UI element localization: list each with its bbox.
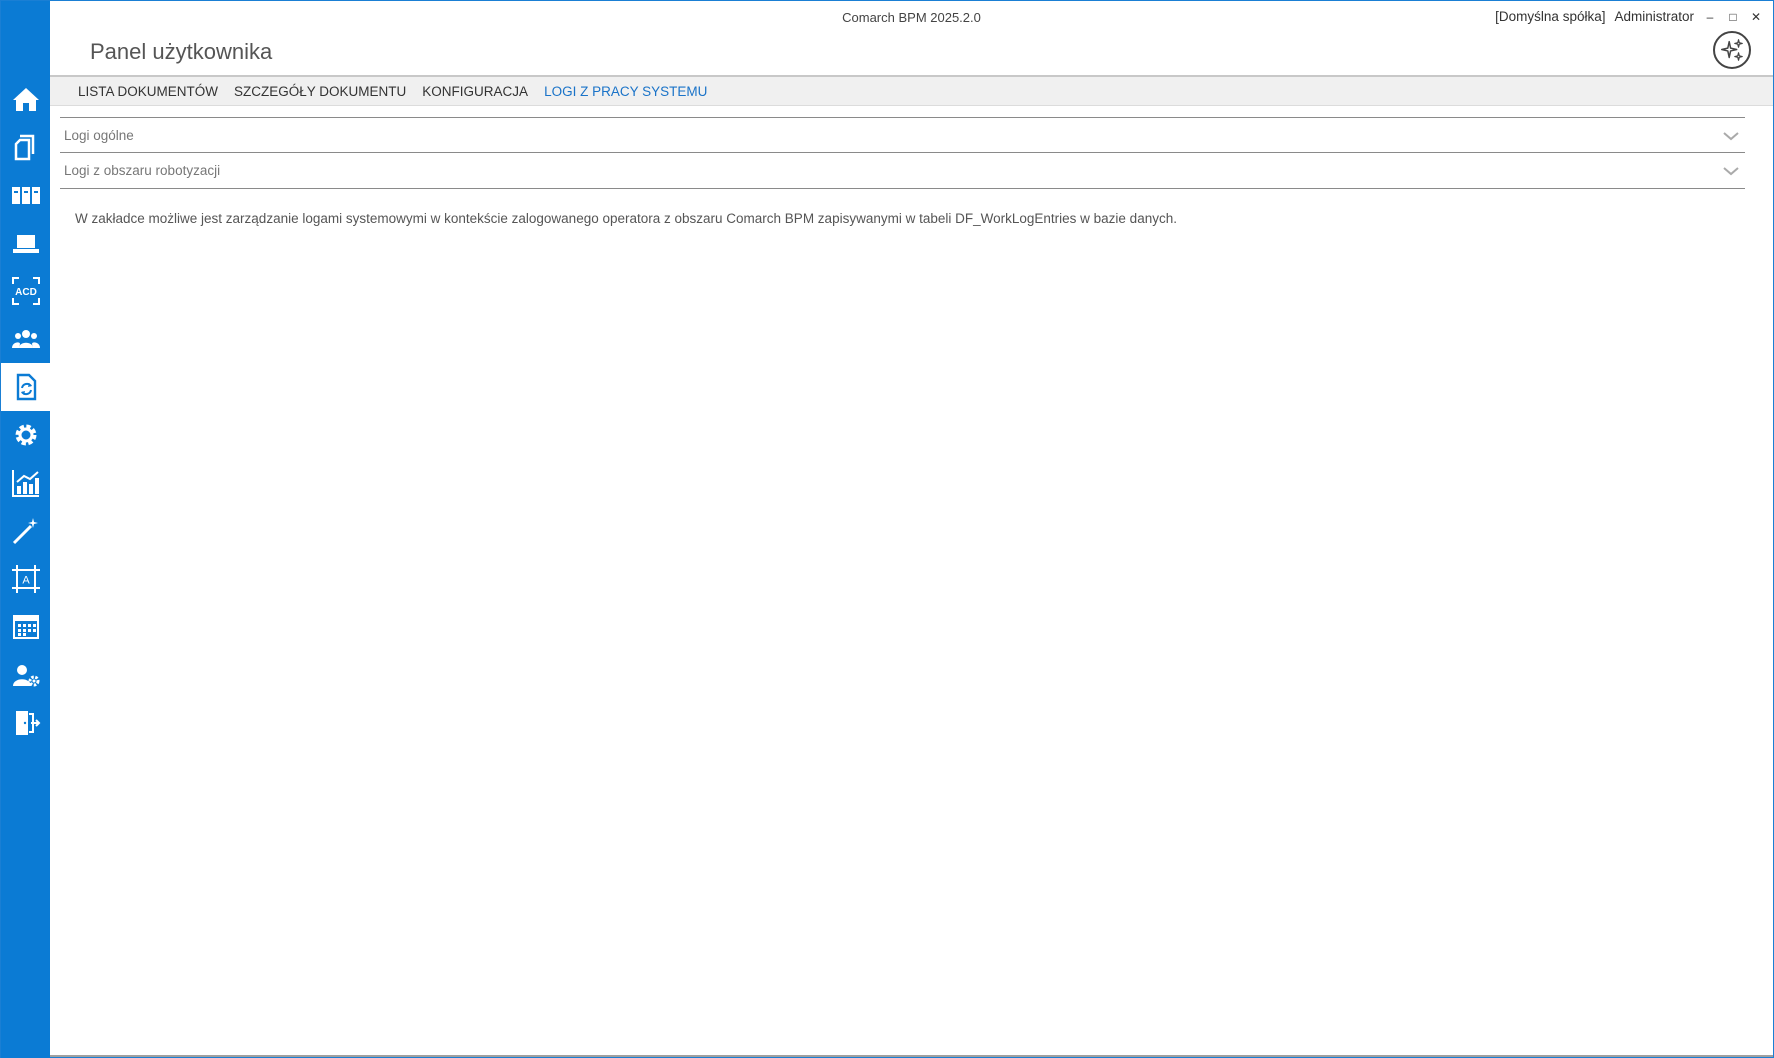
close-button[interactable]: ✕ (1749, 10, 1763, 24)
tab-logi-z-pracy-systemu[interactable]: LOGI Z PRACY SYSTEMU (536, 84, 715, 99)
section-label: Logi z obszaru robotyzacji (64, 163, 221, 178)
form-designer-icon: A (11, 565, 40, 593)
tab-szczegoly-dokumentu[interactable]: SZCZEGÓŁY DOKUMENTU (226, 84, 414, 99)
user-name[interactable]: Administrator (1614, 9, 1694, 24)
sidebar-item-ocr[interactable]: ACD (1, 267, 50, 315)
sidebar-item-settings[interactable] (1, 411, 50, 459)
sidebar-item-workstation[interactable] (1, 219, 50, 267)
chevron-down-icon (1723, 166, 1739, 175)
page-title: Panel użytkownika (90, 39, 273, 64)
home-icon (12, 88, 39, 111)
tab-bar: LISTA DOKUMENTÓW SZCZEGÓŁY DOKUMENTU KON… (50, 75, 1773, 106)
sidebar-item-documents[interactable] (1, 123, 50, 171)
svg-text:ACD: ACD (15, 287, 37, 298)
sidebar-item-logout[interactable] (1, 699, 50, 747)
divider (60, 188, 1745, 189)
acd-scan-icon: ACD (11, 277, 40, 305)
sidebar-item-calendar[interactable] (1, 603, 50, 651)
laptop-icon (12, 235, 39, 253)
maximize-button[interactable]: □ (1726, 10, 1740, 24)
chart-icon (11, 470, 39, 497)
tab-lista-dokumentow[interactable]: LISTA DOKUMENTÓW (70, 84, 226, 99)
sidebar-item-users[interactable] (1, 315, 50, 363)
sidebar: ACD A (1, 1, 50, 1058)
sidebar-item-binders[interactable] (1, 171, 50, 219)
sidebar-item-home[interactable] (1, 75, 50, 123)
document-sync-icon (16, 373, 36, 401)
gear-icon (15, 424, 36, 446)
title-bar: Comarch BPM 2025.2.0 [Domyślna spółka] A… (50, 1, 1773, 35)
logout-icon (15, 711, 40, 735)
binders-icon (11, 187, 40, 204)
sidebar-item-document-sync[interactable] (1, 363, 50, 411)
section-logi-robotyzacji[interactable]: Logi z obszaru robotyzacji (60, 152, 1745, 188)
bottom-border (50, 1055, 1773, 1057)
app-window: ACD A Comarch BPM 2025.2.0 [Domyślna spó… (0, 0, 1774, 1058)
sidebar-item-reports[interactable] (1, 459, 50, 507)
info-text: W zakładce możliwe jest zarządzanie loga… (75, 211, 1177, 226)
users-group-icon (11, 330, 40, 348)
title-bar-right: [Domyślna spółka] Administrator ‒ □ ✕ (1495, 9, 1763, 24)
magic-wand-icon (12, 518, 38, 545)
tab-konfiguracja[interactable]: KONFIGURACJA (414, 84, 536, 99)
documents-icon (14, 134, 34, 161)
user-settings-icon (12, 665, 39, 687)
sparkles-icon (1720, 39, 1743, 61)
section-label: Logi ogólne (64, 128, 134, 143)
sidebar-item-form-designer[interactable]: A (1, 555, 50, 603)
svg-text:A: A (22, 575, 30, 587)
sidebar-item-wizard[interactable] (1, 507, 50, 555)
minimize-button[interactable]: ‒ (1703, 10, 1717, 24)
section-logi-ogolne[interactable]: Logi ogólne (60, 117, 1745, 153)
chevron-down-icon (1723, 131, 1739, 140)
calendar-icon (12, 615, 39, 639)
ai-assistant-button[interactable] (1713, 31, 1751, 69)
company-selector[interactable]: [Domyślna spółka] (1495, 9, 1605, 24)
sidebar-item-user-settings[interactable] (1, 651, 50, 699)
